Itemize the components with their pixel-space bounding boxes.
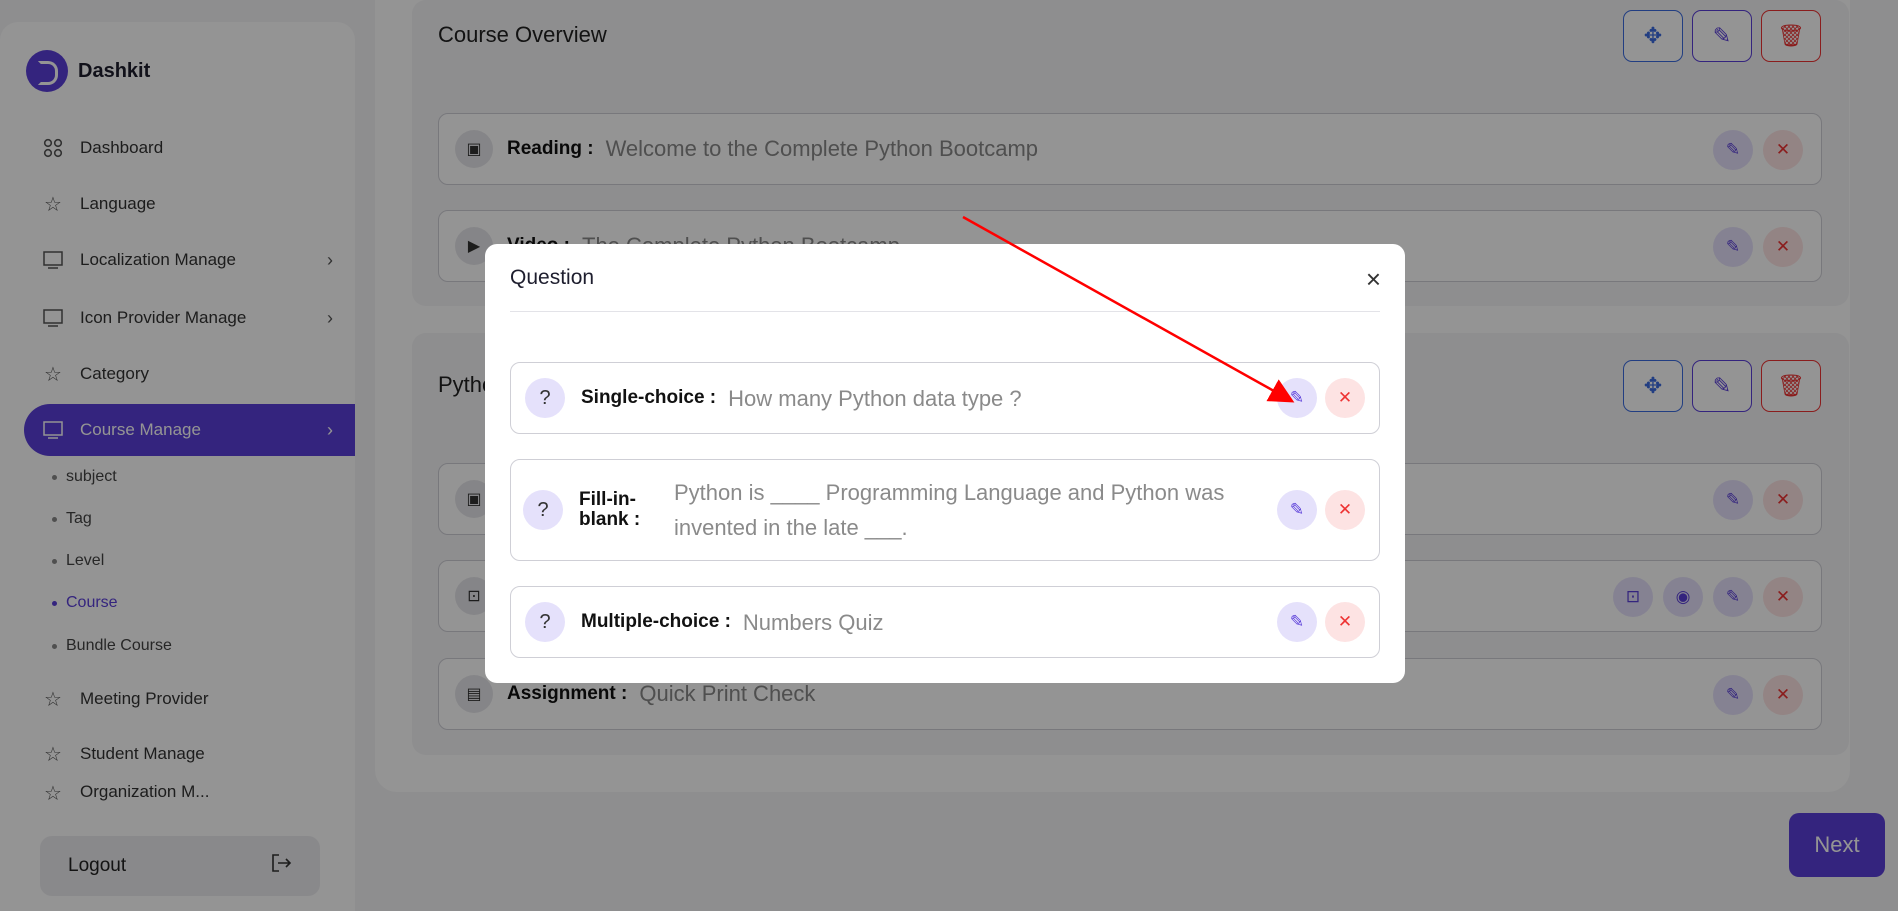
modal-title: Question: [510, 266, 595, 289]
question-row[interactable]: ? Fill-in- blank : Python is ____ Progra…: [510, 459, 1380, 561]
delete-question-button[interactable]: ✕: [1325, 490, 1365, 530]
edit-question-button[interactable]: ✎: [1277, 602, 1317, 642]
question-actions: ✎ ✕: [1277, 490, 1365, 530]
question-text: How many Python data type ?: [728, 385, 1022, 411]
question-text: Numbers Quiz: [742, 609, 884, 635]
question-type-label: Multiple-choice :: [581, 611, 731, 632]
edit-question-button[interactable]: ✎: [1277, 378, 1317, 418]
question-row[interactable]: ? Multiple-choice : Numbers Quiz ✎ ✕: [510, 586, 1380, 658]
question-mark-icon: ?: [525, 602, 565, 642]
question-actions: ✎ ✕: [1277, 602, 1365, 642]
question-actions: ✎ ✕: [1277, 378, 1365, 418]
question-type-line: Fill-in-: [579, 489, 636, 510]
question-text: Python is ____ Programming Language and …: [674, 480, 1225, 540]
question-mark-icon: ?: [523, 490, 563, 530]
question-type-label: Single-choice :: [581, 387, 717, 408]
question-type-line: blank :: [579, 509, 641, 530]
divider: [510, 311, 1380, 312]
question-mark-icon: ?: [525, 378, 565, 418]
edit-question-button[interactable]: ✎: [1277, 490, 1317, 530]
delete-question-button[interactable]: ✕: [1325, 378, 1365, 418]
question-row[interactable]: ? Single-choice : How many Python data t…: [510, 362, 1380, 434]
close-icon[interactable]: ×: [1366, 264, 1381, 295]
delete-question-button[interactable]: ✕: [1325, 602, 1365, 642]
question-modal: Question × ? Single-choice : How many Py…: [485, 244, 1405, 683]
question-type-label: Fill-in- blank :: [579, 490, 654, 530]
